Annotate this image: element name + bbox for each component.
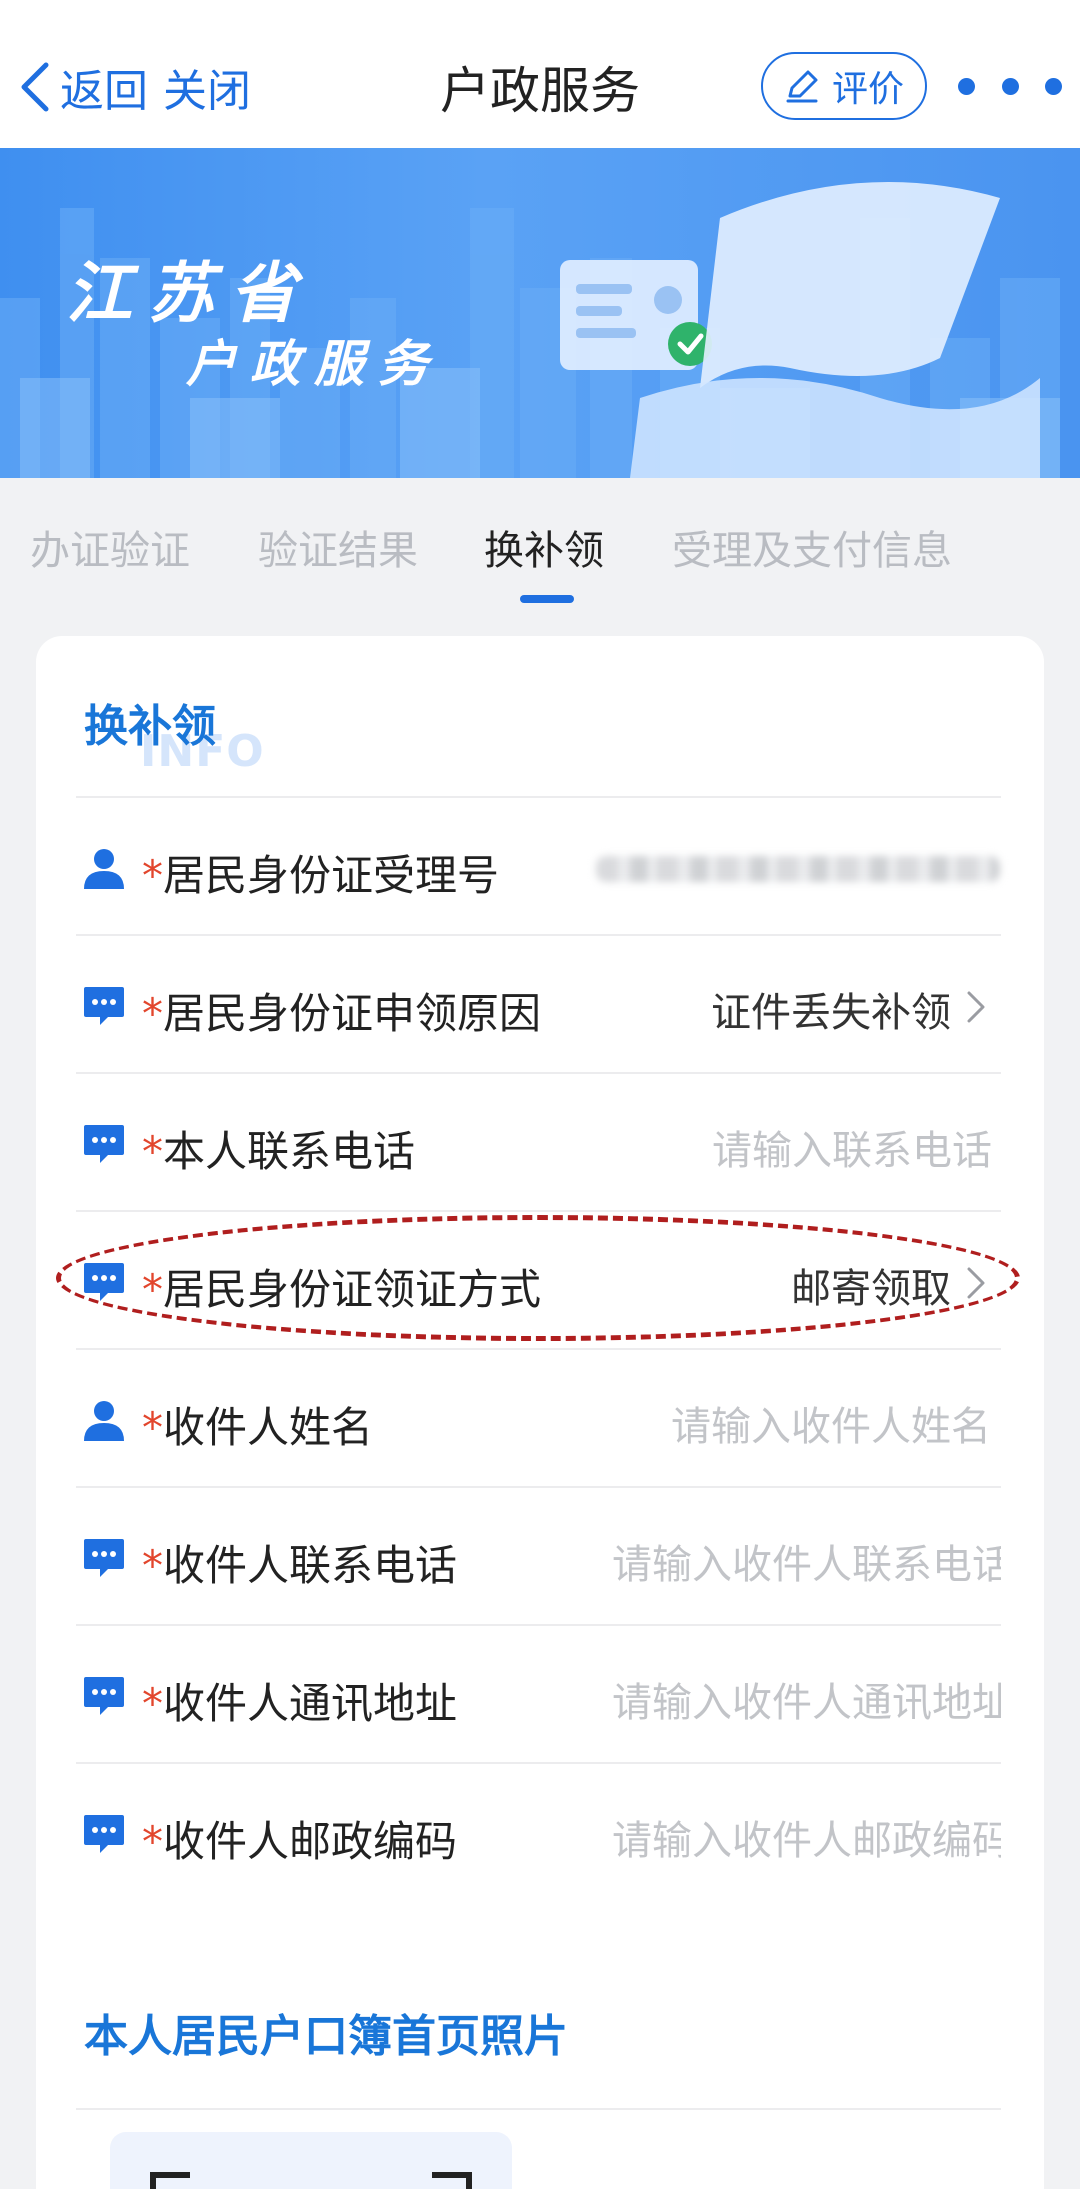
row-label: *收件人姓名 xyxy=(142,1403,374,1452)
divider xyxy=(76,2108,1001,2132)
chat-icon xyxy=(84,1125,124,1163)
dot-icon xyxy=(958,77,975,95)
row-label: *收件人邮政编码 xyxy=(142,1817,458,1866)
banner-title-province: 江苏省 xyxy=(66,255,312,332)
chat-icon xyxy=(84,1677,124,1715)
rate-label: 评价 xyxy=(831,69,904,110)
dot-icon xyxy=(1045,77,1062,95)
back-label: 返回 xyxy=(60,66,148,117)
tab-verification-result[interactable]: 验证结果 xyxy=(258,518,418,578)
highlight-annotation xyxy=(56,1215,1020,1341)
row-label: *居民身份证受理号 xyxy=(142,851,500,900)
recipient-phone-input[interactable]: 请输入收件人联系电话 xyxy=(612,1532,1001,1590)
form-row-application-reason[interactable]: *居民身份证申领原因 证件丢失补领 xyxy=(76,934,1001,1072)
application-reason-value: 证件丢失补领 xyxy=(711,990,951,1036)
dot-icon xyxy=(1001,77,1019,95)
section-title: 换补领 xyxy=(84,701,216,752)
row-label: *收件人通讯地址 xyxy=(142,1679,458,1728)
edit-icon xyxy=(786,70,818,103)
row-label: *本人联系电话 xyxy=(142,1127,416,1176)
recipient-postcode-input[interactable]: 请输入收件人邮政编码 xyxy=(612,1808,1001,1866)
form-row-recipient-postcode[interactable]: *收件人邮政编码 请输入收件人邮政编码 xyxy=(76,1762,1001,1900)
tab-acceptance-payment[interactable]: 受理及支付信息 xyxy=(672,518,952,578)
chevron-right-icon xyxy=(967,991,985,1023)
photo-upload-box[interactable] xyxy=(110,2132,512,2189)
photo-section-title: 本人居民户口簿首页照片 xyxy=(84,2011,568,2062)
person-icon xyxy=(84,1401,124,1441)
chat-icon xyxy=(84,1539,124,1577)
contact-phone-input[interactable]: 请输入联系电话 xyxy=(712,1118,1001,1176)
tab-certificate-verification[interactable]: 办证验证 xyxy=(30,518,190,578)
tab-bar: 办证验证 验证结果 换补领 受理及支付信息 xyxy=(0,478,1080,628)
chat-icon xyxy=(84,1815,124,1853)
frame-corner-icon xyxy=(150,2172,190,2189)
more-options-button[interactable] xyxy=(958,66,1062,106)
form-row-recipient-phone[interactable]: *收件人联系电话 请输入收件人联系电话 xyxy=(76,1486,1001,1624)
redacted-value xyxy=(596,856,1000,882)
close-button[interactable]: 关闭 xyxy=(163,52,251,122)
banner-title-service: 户政服务 xyxy=(186,335,442,393)
form-row-recipient-address[interactable]: *收件人通讯地址 请输入收件人通讯地址 xyxy=(76,1624,1001,1762)
recipient-address-input[interactable]: 请输入收件人通讯地址 xyxy=(612,1670,1001,1728)
back-button[interactable]: 返回 xyxy=(18,52,148,122)
active-tab-indicator xyxy=(520,595,574,603)
rate-button[interactable]: 评价 xyxy=(761,52,927,120)
person-icon xyxy=(84,849,124,889)
tab-replacement[interactable]: 换补领 xyxy=(484,518,604,578)
required-mark: * xyxy=(142,851,163,900)
form-row-recipient-name[interactable]: *收件人姓名 请输入收件人姓名 xyxy=(76,1348,1001,1486)
row-label: *收件人联系电话 xyxy=(142,1541,458,1590)
chevron-left-icon xyxy=(21,62,49,112)
recipient-name-input[interactable]: 请输入收件人姓名 xyxy=(671,1394,1001,1452)
frame-corner-icon xyxy=(432,2172,472,2189)
chat-icon xyxy=(84,987,124,1025)
page-title: 户政服务 xyxy=(440,62,640,120)
form-row-contact-phone[interactable]: *本人联系电话 请输入联系电话 xyxy=(76,1072,1001,1210)
row-label: *居民身份证申领原因 xyxy=(142,989,542,1038)
navigation-bar: 返回 关闭 户政服务 评价 xyxy=(0,0,1080,148)
form-row-id-application-number[interactable]: *居民身份证受理号 xyxy=(76,796,1001,934)
service-banner: 江苏省 户政服务 xyxy=(0,148,1080,478)
